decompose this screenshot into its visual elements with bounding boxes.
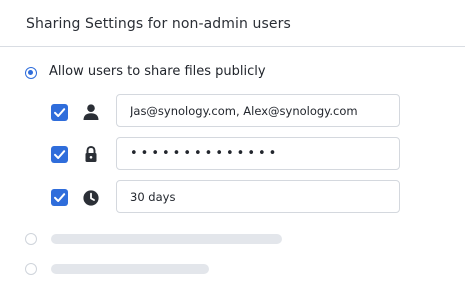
share-password-field[interactable] xyxy=(116,137,400,170)
check-icon xyxy=(54,150,66,159)
person-icon xyxy=(83,104,99,120)
users-checkbox[interactable] xyxy=(51,104,68,121)
option-radio-placeholder[interactable] xyxy=(25,263,37,275)
check-icon xyxy=(54,193,66,202)
share-expiry-field[interactable] xyxy=(116,180,400,213)
clock-icon xyxy=(83,190,99,206)
option-label-placeholder xyxy=(51,234,282,244)
option-radio-placeholder[interactable] xyxy=(25,233,37,245)
check-icon xyxy=(54,108,66,117)
share-publicly-radio[interactable] xyxy=(25,67,37,79)
password-checkbox[interactable] xyxy=(51,146,68,163)
share-publicly-label: Allow users to share files publicly xyxy=(49,64,266,79)
share-users-field[interactable] xyxy=(116,94,400,127)
lock-icon xyxy=(85,145,97,162)
settings-header: Sharing Settings for non-admin users xyxy=(0,0,465,47)
expiry-checkbox[interactable] xyxy=(51,189,68,206)
page-title: Sharing Settings for non-admin users xyxy=(26,16,291,32)
option-label-placeholder xyxy=(51,264,209,274)
